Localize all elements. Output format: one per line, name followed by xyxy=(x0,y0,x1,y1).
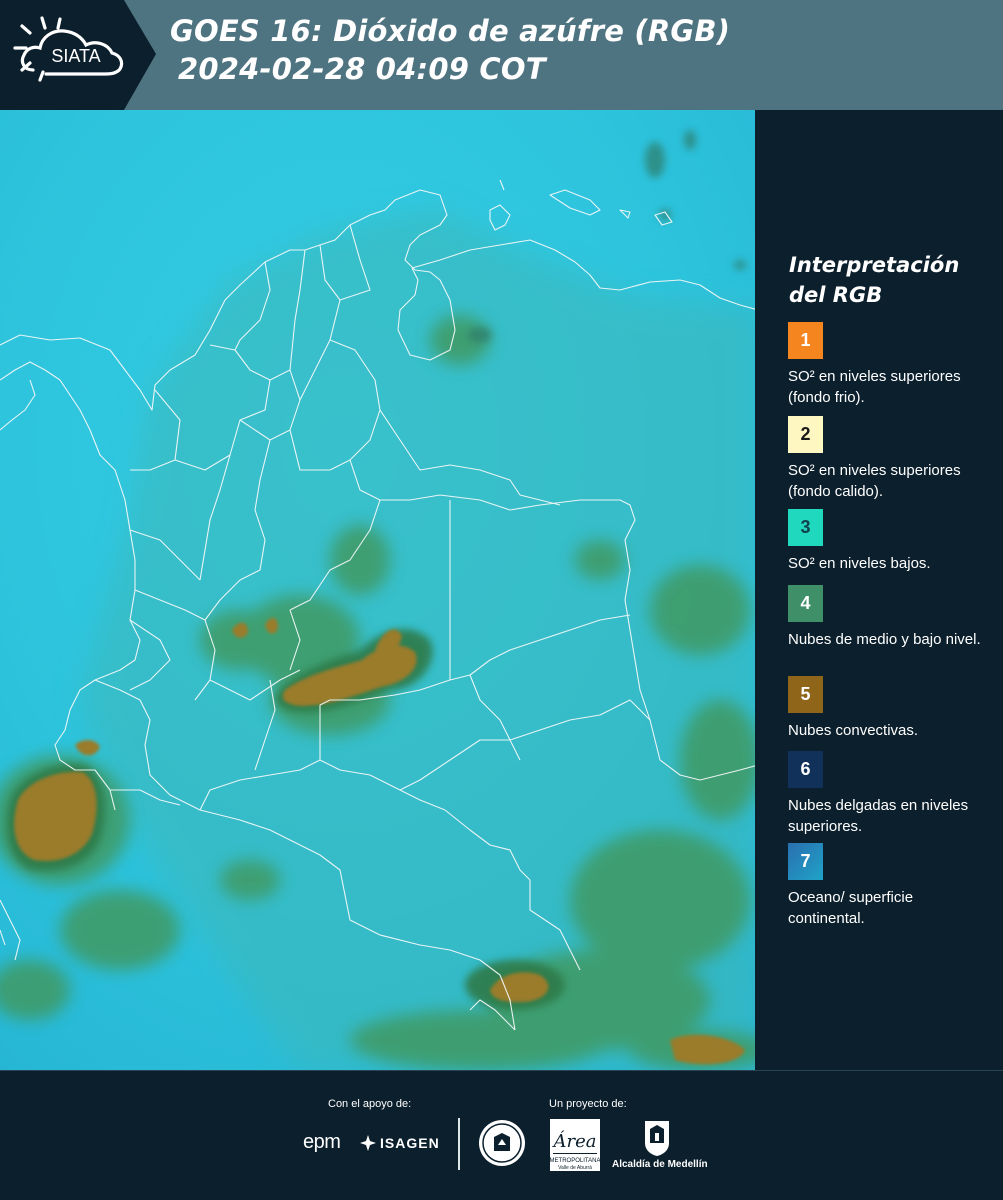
satellite-map xyxy=(0,110,758,1070)
epm-logo: epm xyxy=(303,1131,341,1153)
legend-label-3: SO² en niveles bajos. xyxy=(788,555,931,572)
seal-logo xyxy=(478,1119,526,1172)
legend-panel: Interpretación del RGB 1 SO² en niveles … xyxy=(758,110,1003,1070)
svg-text:Valle de Aburrá: Valle de Aburrá xyxy=(558,1165,592,1171)
isagen-mark-icon xyxy=(358,1133,378,1158)
support-caption: Con el apoyo de: xyxy=(328,1098,412,1110)
header-bar: SIATA GOES 16: Dióxido de azúfre (RGB) 2… xyxy=(0,0,1003,110)
legend-label-7: Oceano/ superficie continental. xyxy=(788,889,914,927)
siata-logo-text: SIATA xyxy=(51,46,100,66)
alcaldia-crest-icon xyxy=(642,1119,672,1162)
legend-label-4: Nubes de medio y bajo nivel. xyxy=(788,631,981,648)
siata-logo: SIATA xyxy=(0,0,158,110)
project-caption: Un proyecto de: xyxy=(549,1098,627,1110)
legend-swatch-1: 1 xyxy=(788,322,823,359)
footer-divider xyxy=(458,1118,460,1170)
legend-label-5: Nubes convectivas. xyxy=(788,722,919,739)
page-title: GOES 16: Dióxido de azúfre (RGB) xyxy=(170,14,731,48)
svg-text:METROPOLITANA: METROPOLITANA xyxy=(550,1158,600,1164)
legend-title: Interpretación del RGB xyxy=(789,253,960,307)
legend-swatch-3: 3 xyxy=(788,509,823,546)
page-timestamp: 2024-02-28 04:09 COT xyxy=(178,52,546,86)
legend-label-6: Nubes delgadas en niveles superiores. xyxy=(788,797,969,835)
legend-swatch-2: 2 xyxy=(788,416,823,453)
isagen-logo: ISAGEN xyxy=(380,1135,440,1151)
area-metropolitana-logo: Área METROPOLITANA Valle de Aburrá xyxy=(550,1119,600,1176)
footer: Con el apoyo de: Un proyecto de: epm ISA… xyxy=(0,1070,1003,1200)
svg-text:Área: Área xyxy=(552,1129,597,1152)
legend-swatch-5: 5 xyxy=(788,676,823,713)
legend-label-1: SO² en niveles superiores (fondo frio). xyxy=(788,368,961,406)
alcaldia-label: Alcaldía de Medellín xyxy=(612,1159,708,1170)
legend-swatch-7: 7 xyxy=(788,843,823,880)
legend-swatch-6: 6 xyxy=(788,751,823,788)
legend-swatch-4: 4 xyxy=(788,585,823,622)
